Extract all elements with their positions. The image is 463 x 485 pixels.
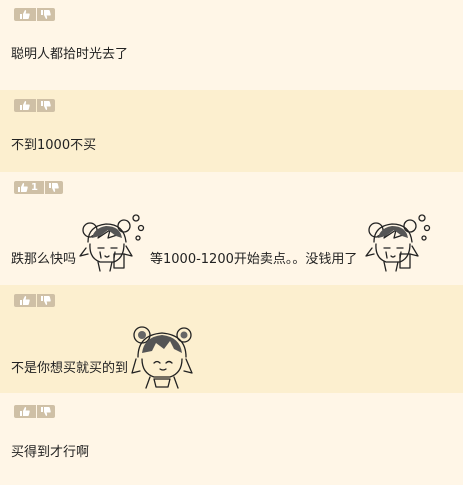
downvote-button[interactable] [37, 8, 55, 21]
thumbs-down-icon [41, 101, 51, 110]
upvote-button[interactable] [14, 8, 36, 21]
comment-item: 不到1000不买 [0, 90, 463, 172]
comment-text: 不是你想买就买的到 [11, 361, 129, 376]
thumbs-up-icon [18, 183, 28, 192]
vote-bar [14, 405, 55, 418]
vote-bar: 1 [14, 181, 63, 194]
thumbs-up-icon [20, 296, 30, 305]
comment-item: 不是你想买就买的到 [0, 285, 463, 393]
thumbs-down-icon [41, 10, 51, 19]
upvote-button[interactable] [14, 294, 36, 307]
crying-chibi-girl-sticker [365, 214, 431, 272]
downvote-button[interactable] [37, 405, 55, 418]
comment-item: 买得到才行啊 [0, 393, 463, 485]
thumbs-up-icon [20, 101, 30, 110]
comment-text: 聪明人都拾时光去了 [11, 47, 129, 62]
downvote-button[interactable] [37, 99, 55, 112]
thumbs-down-icon [41, 296, 51, 305]
upvote-button[interactable] [14, 99, 36, 112]
crying-chibi-girl-sticker [79, 214, 145, 272]
vote-bar [14, 294, 55, 307]
downvote-button[interactable] [45, 181, 63, 194]
thumbs-up-icon [20, 10, 30, 19]
downvote-button[interactable] [37, 294, 55, 307]
smug-chibi-girl-sticker [131, 326, 193, 389]
vote-bar [14, 99, 55, 112]
comment-text: 买得到才行啊 [11, 445, 90, 460]
thumbs-down-icon [49, 183, 59, 192]
upvote-count: 1 [31, 182, 38, 193]
comment-text-part-1: 跌那么快吗 [11, 252, 77, 267]
thumbs-up-icon [20, 407, 30, 416]
thumbs-down-icon [41, 407, 51, 416]
upvote-button[interactable]: 1 [14, 181, 44, 194]
comment-item: 1 跌那么快吗 等1000-1200开始卖点。。没钱用了 [0, 172, 463, 285]
upvote-button[interactable] [14, 405, 36, 418]
vote-bar [14, 8, 55, 21]
comment-item: 聪明人都拾时光去了 [0, 0, 463, 90]
comment-text: 不到1000不买 [11, 138, 97, 153]
comment-text-part-2: 等1000-1200开始卖点。。没钱用了 [150, 252, 358, 267]
